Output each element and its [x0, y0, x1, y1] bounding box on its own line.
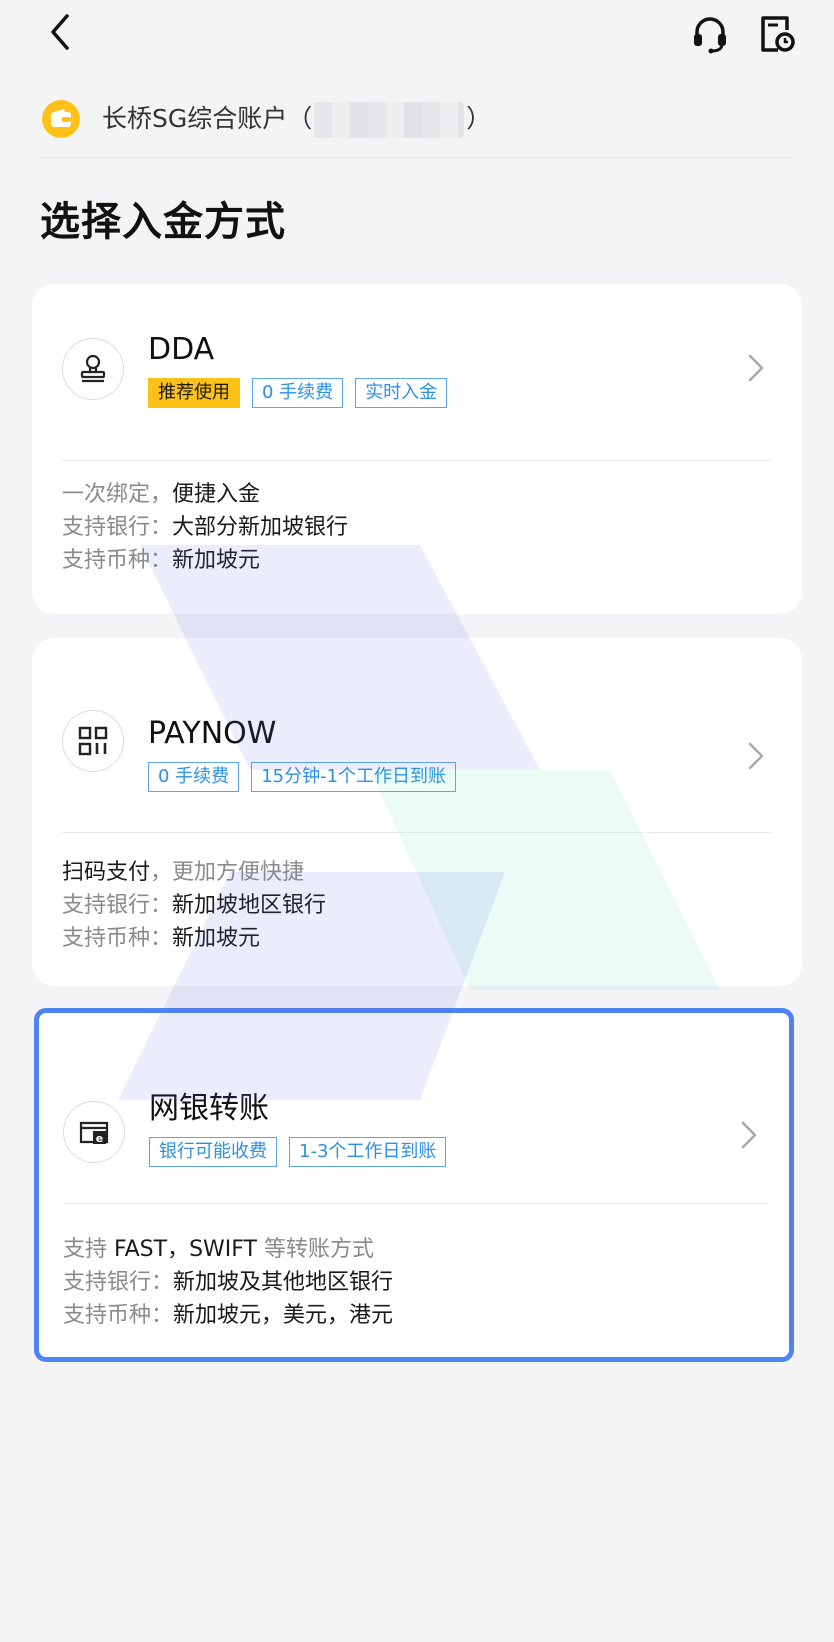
info-line: 一次绑定，便捷入金 [62, 478, 348, 511]
info-label: 支持币种： [63, 1303, 174, 1328]
info-value: 新加坡元 [172, 926, 261, 951]
tag-speed: 实时入金 [355, 378, 448, 408]
info-line: 支持币种：新加坡元，美元，港元 [63, 1299, 393, 1332]
qr-code-icon [62, 710, 124, 772]
tag-fee: 银行可能收费 [149, 1137, 277, 1167]
info-label: ，更加方便快捷 [150, 860, 305, 885]
info-label: 等转账方式 [257, 1237, 375, 1262]
tag-list: 推荐使用 0 手续费 实时入金 [148, 378, 448, 408]
info-value: 新加坡及其他地区银行 [173, 1270, 394, 1295]
tag-list: 银行可能收费 1-3个工作日到账 [149, 1137, 447, 1167]
account-name-prefix: 长桥SG综合账户（ [102, 104, 313, 133]
method-info: 一次绑定，便捷入金 支持银行：大部分新加坡银行 支持币种：新加坡元 [62, 478, 348, 577]
page-title: 选择入金方式 [40, 199, 286, 245]
info-line: 支持 FAST，SWIFT 等转账方式 [63, 1233, 393, 1266]
account-name-suffix: ） [466, 104, 492, 133]
svg-text:e: e [96, 1132, 103, 1145]
method-name: PAYNOW [148, 716, 277, 751]
info-line: 支持币种：新加坡元 [62, 544, 348, 577]
card-header: PAYNOW 0 手续费 15分钟-1个工作日到账 [32, 638, 802, 814]
history-record-icon [761, 16, 795, 52]
wallet-icon [42, 100, 80, 138]
method-info: 扫码支付，更加方便快捷 支持银行：新加坡地区银行 支持币种：新加坡元 [62, 856, 326, 955]
info-line: 支持银行：新加坡地区银行 [62, 889, 326, 922]
chevron-left-icon [51, 14, 69, 50]
divider [62, 460, 772, 461]
deposit-method-dda[interactable]: DDA 推荐使用 0 手续费 实时入金 一次绑定，便捷入金 支持银行：大部分新加… [32, 284, 802, 614]
info-label: 支持币种： [62, 926, 173, 951]
method-name: 网银转账 [149, 1091, 269, 1126]
info-value: FAST，SWIFT [114, 1237, 258, 1262]
card-header: e 网银转账 银行可能收费 1-3个工作日到账 [39, 1013, 789, 1189]
deposit-method-paynow[interactable]: PAYNOW 0 手续费 15分钟-1个工作日到账 扫码支付，更加方便快捷 支持… [32, 638, 802, 986]
chevron-right-icon [741, 1121, 757, 1149]
stamp-icon [62, 338, 124, 400]
info-label: 支持币种： [62, 548, 173, 573]
tag-fee: 0 手续费 [252, 378, 344, 408]
info-value: 新加坡元 [172, 548, 261, 573]
info-label: 支持银行： [63, 1270, 174, 1295]
deposit-history-button[interactable] [754, 12, 798, 56]
top-bar [0, 0, 834, 70]
info-label: 支持银行： [62, 893, 173, 918]
tag-recommended: 推荐使用 [148, 378, 240, 408]
tag-list: 0 手续费 15分钟-1个工作日到账 [148, 762, 457, 792]
divider [62, 832, 772, 833]
divider [63, 1203, 769, 1204]
deposit-method-online-banking[interactable]: e 网银转账 银行可能收费 1-3个工作日到账 支持 FAST，SWIFT 等转… [34, 1008, 794, 1362]
info-line: 支持银行：大部分新加坡银行 [62, 511, 348, 544]
info-label: 支持 [63, 1237, 114, 1262]
info-value: 新加坡地区银行 [172, 893, 327, 918]
info-value: 新加坡元，美元，港元 [173, 1303, 394, 1328]
info-value: 扫码支付 [62, 860, 151, 885]
chevron-right-icon [748, 742, 764, 770]
info-line: 扫码支付，更加方便快捷 [62, 856, 326, 889]
info-line: 支持币种：新加坡元 [62, 922, 326, 955]
account-name: 长桥SG综合账户（ ） [102, 102, 491, 138]
chevron-right-icon [748, 354, 764, 382]
tag-speed: 1-3个工作日到账 [289, 1137, 447, 1167]
method-info: 支持 FAST，SWIFT 等转账方式 支持银行：新加坡及其他地区银行 支持币种… [63, 1233, 393, 1332]
back-button[interactable] [38, 10, 82, 54]
tag-speed: 15分钟-1个工作日到账 [251, 762, 457, 792]
customer-service-button[interactable] [688, 12, 732, 56]
tag-fee: 0 手续费 [148, 762, 240, 792]
account-selector[interactable]: 长桥SG综合账户（ ） [40, 92, 792, 158]
online-banking-icon: e [63, 1101, 125, 1163]
headset-icon [694, 17, 726, 54]
info-label: 支持银行： [62, 515, 173, 540]
method-name: DDA [148, 332, 215, 367]
masked-account-number [314, 102, 465, 138]
info-value: 大部分新加坡银行 [172, 515, 349, 540]
info-value: 便捷入金 [172, 482, 261, 507]
info-label: 一次绑定， [62, 482, 173, 507]
info-line: 支持银行：新加坡及其他地区银行 [63, 1266, 393, 1299]
card-header: DDA 推荐使用 0 手续费 实时入金 [32, 284, 802, 460]
